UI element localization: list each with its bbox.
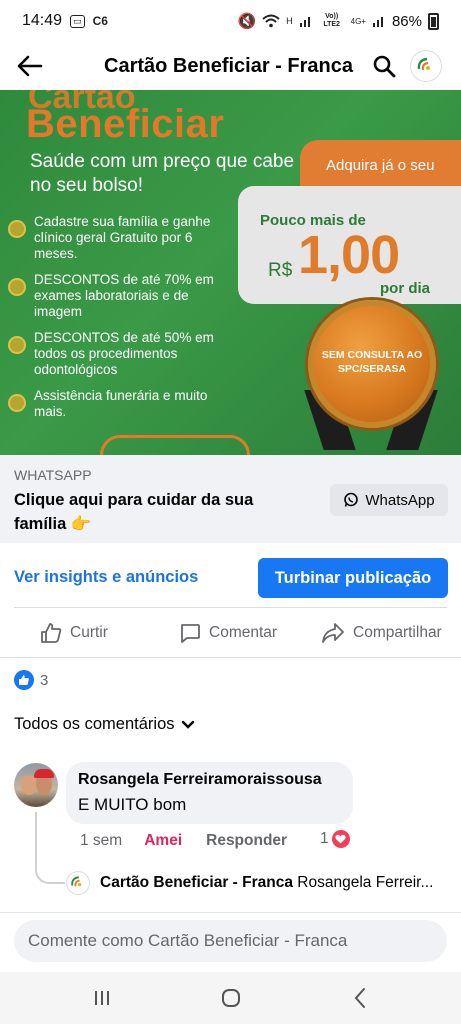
home-button[interactable] [211,984,251,1012]
volte-label: Vo)) LTE2 [323,13,340,28]
page-avatar-button[interactable] [410,50,442,82]
comment-reaction-amei[interactable]: Amei [144,832,182,850]
reply-preview-text: Rosangela Ferreir... [297,874,434,891]
post-actions-bar: Curtir Comentar Compartilhar [0,610,461,656]
banner-bottom-arc [100,435,250,455]
back-button[interactable] [0,42,60,90]
network-h-label: H [286,16,293,26]
divider [0,657,461,658]
back-nav-button[interactable] [340,984,380,1012]
system-nav-bar [0,972,461,1024]
benefit-item: Assistência funerária e muito mais. [8,388,238,420]
check-icon [8,336,26,354]
sim-card-icon: ▭ [70,14,85,28]
c6-app-icon: C6 [92,14,108,28]
comment-text: E MUITO bom [78,795,187,814]
comments-filter-label: Todos os comentários [14,715,175,733]
reply-thread-line [35,812,65,884]
signal-icon [299,17,310,27]
wifi-icon [262,14,280,28]
comment-icon [181,624,200,643]
home-icon [222,989,240,1007]
ad-banner-image[interactable]: Cartão Beneficiar Saúde com um preço que… [0,90,461,455]
check-icon [8,278,26,296]
price-currency: R$ [268,260,293,281]
reply-author: Cartão Beneficiar - Franca [100,874,293,891]
page-logo-icon [417,57,430,71]
chevron-left-icon [354,988,365,1008]
comment-bubble[interactable]: Rosangela Ferreiramoraissousa E MUITO bo… [66,762,353,824]
whatsapp-button[interactable]: WhatsApp [330,484,448,516]
cta-text[interactable]: Clique aqui para cuidar da sua família 👉 [14,488,304,536]
share-icon [322,623,344,643]
boost-post-button[interactable]: Turbinar publicação [258,558,448,598]
avatar-face [21,775,37,795]
search-icon [373,55,396,78]
share-button[interactable]: Compartilhar [321,622,442,644]
like-label: Curtir [70,624,108,641]
app-header: Cartão Beneficiar - Franca [0,42,461,90]
benefit-text: Cadastre sua família e ganhe clínico ger… [34,214,211,261]
reactions-summary[interactable]: 3 [14,670,48,690]
avatar-cap [34,769,54,778]
reactions-count: 3 [40,671,49,689]
page-logo-icon [71,876,82,887]
benefit-item: DESCONTOS de até 50% em todos os procedi… [8,330,238,378]
like-button[interactable]: Curtir [40,622,108,644]
arrow-left-icon [17,55,43,77]
comment-button[interactable]: Comentar [179,622,277,644]
reply-preview[interactable]: Cartão Beneficiar - Franca Rosangela Fer… [100,874,450,892]
reply-button[interactable]: Responder [206,832,287,850]
comment-input[interactable] [14,920,447,962]
status-time: 14:49 [22,12,63,29]
benefit-text: DESCONTOS de até 70% em exames laborator… [34,272,214,319]
price-period: por dia [380,280,431,297]
avatar[interactable] [14,763,58,807]
thumbs-up-icon [41,623,62,643]
comment-author[interactable]: Rosangela Ferreiramoraissousa [78,771,341,789]
recent-apps-icon [95,991,109,1005]
benefit-item: Cadastre sua família e ganhe clínico ger… [8,214,238,262]
promo-text: Adquira já o seu [326,157,435,174]
seal-text: SEM CONSULTA AO SPC/SERASA [321,349,423,375]
price-value: 1,00 [298,225,400,285]
share-label: Compartilhar [353,624,442,641]
whatsapp-icon [344,492,359,507]
recent-apps-button[interactable] [82,984,122,1012]
benefit-item: DESCONTOS de até 70% em exames laborator… [8,272,238,320]
benefit-text: Assistência funerária e muito mais. [34,388,208,419]
status-left: 14:49 ▭ C6 [22,12,108,30]
like-reaction-icon [14,670,34,690]
page-title: Cartão Beneficiar - Franca [104,54,353,77]
comments-filter-dropdown[interactable]: Todos os comentários [14,715,195,734]
insights-link[interactable]: Ver insights e anúncios [14,568,198,587]
comment-time[interactable]: 1 sem [80,832,122,850]
check-icon [8,220,26,238]
search-button[interactable] [368,50,400,82]
chevron-down-icon [181,720,194,729]
love-count: 1 [320,830,329,847]
battery-icon [428,12,439,30]
cta-source: WHATSAPP [14,467,92,483]
benefits-list: Cadastre sua família e ganhe clínico ger… [8,214,238,430]
comment-love-count[interactable]: 1 [320,830,350,848]
status-right: 🔇 H Vo)) LTE2 4G+ 86% [237,12,439,30]
comment-label: Comentar [209,624,278,641]
heart-icon [331,830,350,848]
network-4g-label: 4G+ [350,16,366,26]
whatsapp-button-label: WhatsApp [365,491,435,509]
divider [14,607,447,608]
status-bar: 14:49 ▭ C6 🔇 H Vo)) LTE2 4G+ 86% [0,0,461,42]
signal-icon-2 [372,17,383,27]
mute-icon: 🔇 [237,13,257,30]
facebook-post-screen: 14:49 ▭ C6 🔇 H Vo)) LTE2 4G+ 86% Cartão … [0,0,461,1024]
banner-title: Beneficiar [26,102,225,146]
reply-avatar[interactable] [66,871,90,895]
comment-meta: 1 sem Amei Responder [80,832,287,850]
check-icon [8,394,26,412]
benefit-text: DESCONTOS de até 50% em todos os procedi… [34,330,214,377]
battery-percent: 86% [391,12,422,30]
